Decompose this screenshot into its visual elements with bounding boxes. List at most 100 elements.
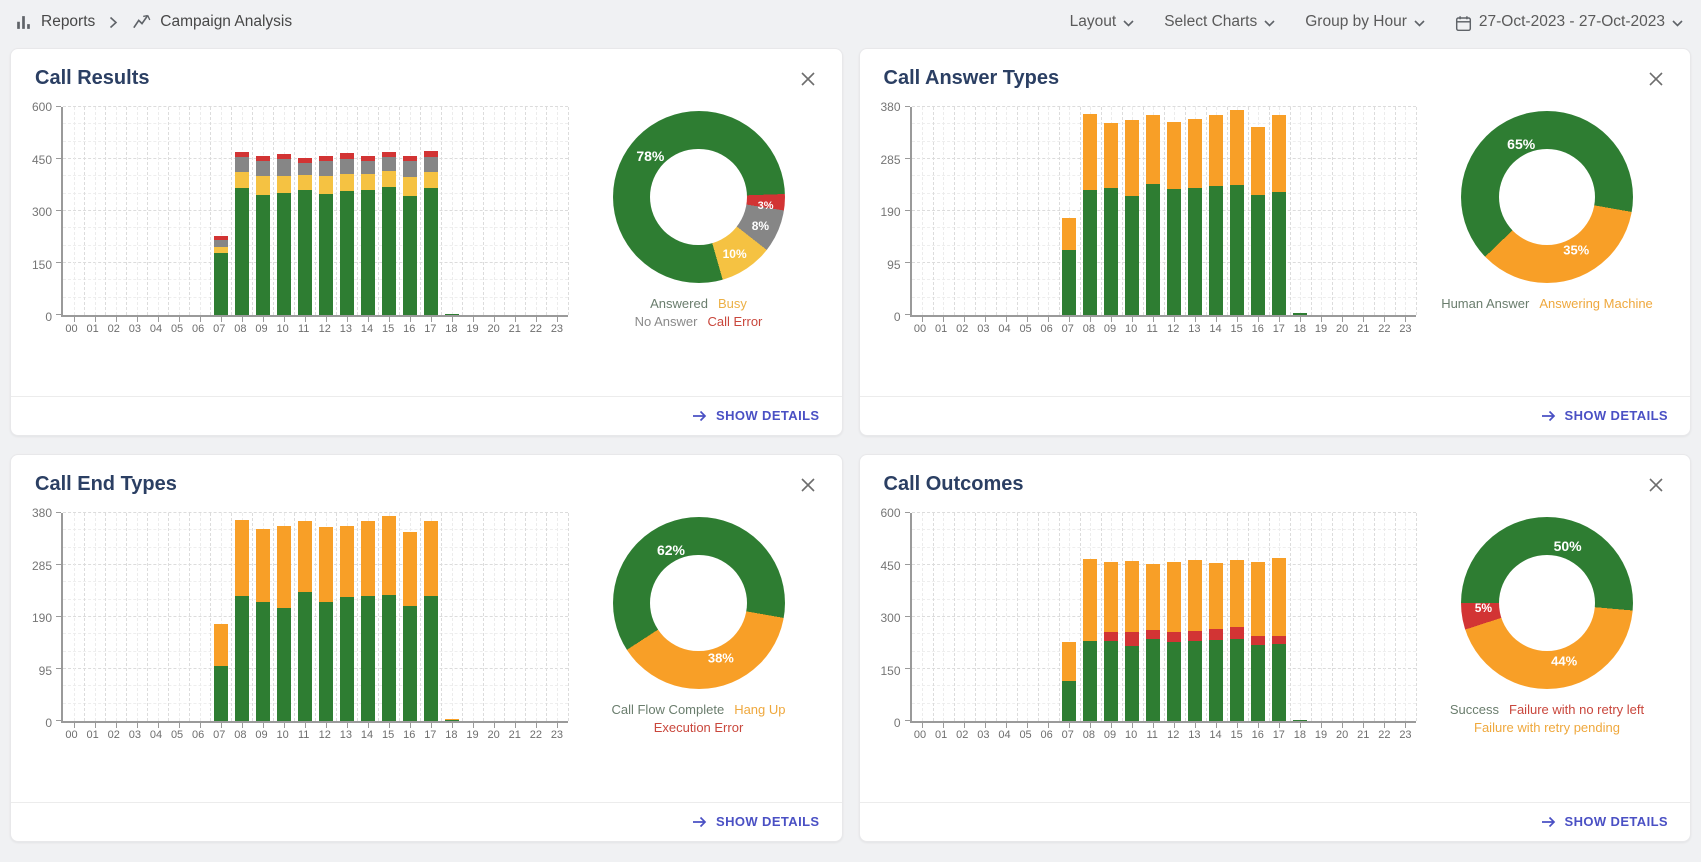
bar-segment[interactable] — [214, 253, 228, 315]
bar-segment[interactable] — [298, 158, 312, 163]
bar-segment[interactable] — [1125, 196, 1139, 315]
bar-segment[interactable] — [214, 624, 228, 667]
bar-segment[interactable] — [1167, 632, 1181, 642]
bar-segment[interactable] — [361, 161, 375, 174]
bar-segment[interactable] — [214, 666, 228, 721]
bar-segment[interactable] — [361, 156, 375, 161]
bar-segment[interactable] — [1272, 192, 1286, 315]
bar-segment[interactable] — [1167, 562, 1181, 631]
bar-segment[interactable] — [1293, 720, 1307, 721]
bar-segment[interactable] — [1167, 189, 1181, 315]
bar-segment[interactable] — [235, 172, 249, 189]
bar-segment[interactable] — [361, 521, 375, 596]
bar-segment[interactable] — [256, 156, 270, 161]
bar-segment[interactable] — [340, 153, 354, 158]
bar-segment[interactable] — [382, 516, 396, 595]
bar-segment[interactable] — [1146, 184, 1160, 315]
bar-segment[interactable] — [340, 597, 354, 721]
bar-segment[interactable] — [382, 595, 396, 721]
bar-segment[interactable] — [424, 172, 438, 189]
bar-segment[interactable] — [1167, 642, 1181, 721]
bar-segment[interactable] — [1104, 562, 1118, 632]
bar-segment[interactable] — [1125, 561, 1139, 632]
bar-segment[interactable] — [1125, 632, 1139, 647]
show-details-button[interactable]: SHOW DETAILS — [692, 408, 820, 423]
bar-segment[interactable] — [424, 596, 438, 721]
bar-segment[interactable] — [1083, 641, 1097, 721]
bar-segment[interactable] — [1251, 195, 1265, 315]
bar-segment[interactable] — [1146, 564, 1160, 630]
close-icon[interactable] — [796, 67, 820, 91]
layout-dropdown[interactable]: Layout — [1070, 13, 1135, 31]
bar-segment[interactable] — [361, 190, 375, 315]
bar-segment[interactable] — [1293, 313, 1307, 315]
bar-segment[interactable] — [1125, 120, 1139, 196]
date-range-picker[interactable]: 27-Oct-2023 - 27-Oct-2023 — [1455, 13, 1683, 32]
bar-segment[interactable] — [382, 152, 396, 157]
bar-segment[interactable] — [403, 606, 417, 721]
bar-segment[interactable] — [256, 602, 270, 721]
bar-segment[interactable] — [1272, 636, 1286, 644]
bar-segment[interactable] — [424, 151, 438, 157]
bar-segment[interactable] — [1125, 646, 1139, 721]
bar-segment[interactable] — [319, 527, 333, 602]
bar-segment[interactable] — [403, 161, 417, 178]
donut-chart[interactable]: 65%35% — [1461, 111, 1633, 283]
bar-segment[interactable] — [214, 236, 228, 240]
bar-segment[interactable] — [235, 188, 249, 315]
bar-segment[interactable] — [1188, 560, 1202, 631]
bar-segment[interactable] — [256, 176, 270, 195]
bar-segment[interactable] — [277, 154, 291, 159]
bar-segment[interactable] — [1062, 250, 1076, 315]
bar-segment[interactable] — [319, 156, 333, 161]
donut-chart[interactable]: 50%5%44% — [1461, 517, 1633, 689]
donut-chart[interactable]: 78%3%8%10% — [613, 111, 785, 283]
bar-segment[interactable] — [403, 532, 417, 606]
bar-segment[interactable] — [1251, 636, 1265, 646]
show-details-button[interactable]: SHOW DETAILS — [1541, 814, 1669, 829]
bar-segment[interactable] — [361, 174, 375, 190]
bar-segment[interactable] — [319, 602, 333, 721]
bar-segment[interactable] — [424, 521, 438, 597]
bar-segment[interactable] — [1188, 188, 1202, 315]
bar-segment[interactable] — [1209, 563, 1223, 630]
bar-segment[interactable] — [1230, 627, 1244, 638]
bar-segment[interactable] — [1146, 115, 1160, 183]
bar-segment[interactable] — [1230, 110, 1244, 185]
breadcrumb-reports[interactable]: Reports — [41, 13, 95, 31]
bar-segment[interactable] — [1209, 629, 1223, 639]
close-icon[interactable] — [796, 473, 820, 497]
bar-segment[interactable] — [445, 719, 459, 720]
bar-segment[interactable] — [424, 188, 438, 315]
bar-segment[interactable] — [256, 529, 270, 602]
bar-segment[interactable] — [445, 720, 459, 721]
bar-segment[interactable] — [382, 187, 396, 315]
bar-segment[interactable] — [1062, 642, 1076, 681]
bar-segment[interactable] — [1062, 218, 1076, 251]
bar-segment[interactable] — [445, 314, 459, 315]
bar-segment[interactable] — [298, 175, 312, 191]
bar-segment[interactable] — [340, 159, 354, 175]
bar-segment[interactable] — [298, 190, 312, 315]
bar-segment[interactable] — [1188, 119, 1202, 189]
bar-segment[interactable] — [277, 193, 291, 315]
bar-segment[interactable] — [1209, 115, 1223, 186]
bar-segment[interactable] — [235, 152, 249, 157]
bar-segment[interactable] — [1104, 632, 1118, 641]
bar-segment[interactable] — [277, 159, 291, 176]
bar-segment[interactable] — [340, 526, 354, 597]
bar-segment[interactable] — [1083, 559, 1097, 641]
bar-segment[interactable] — [1104, 641, 1118, 721]
bar-segment[interactable] — [1104, 123, 1118, 188]
bar-segment[interactable] — [1146, 639, 1160, 722]
bar-segment[interactable] — [235, 596, 249, 721]
show-details-button[interactable]: SHOW DETAILS — [1541, 408, 1669, 423]
bar-segment[interactable] — [1062, 681, 1076, 721]
bar-segment[interactable] — [1272, 115, 1286, 192]
select-charts-dropdown[interactable]: Select Charts — [1164, 13, 1275, 31]
bar-segment[interactable] — [298, 592, 312, 721]
bar-segment[interactable] — [382, 171, 396, 187]
bar-segment[interactable] — [361, 596, 375, 721]
group-by-dropdown[interactable]: Group by Hour — [1305, 13, 1425, 31]
bar-segment[interactable] — [1209, 186, 1223, 315]
